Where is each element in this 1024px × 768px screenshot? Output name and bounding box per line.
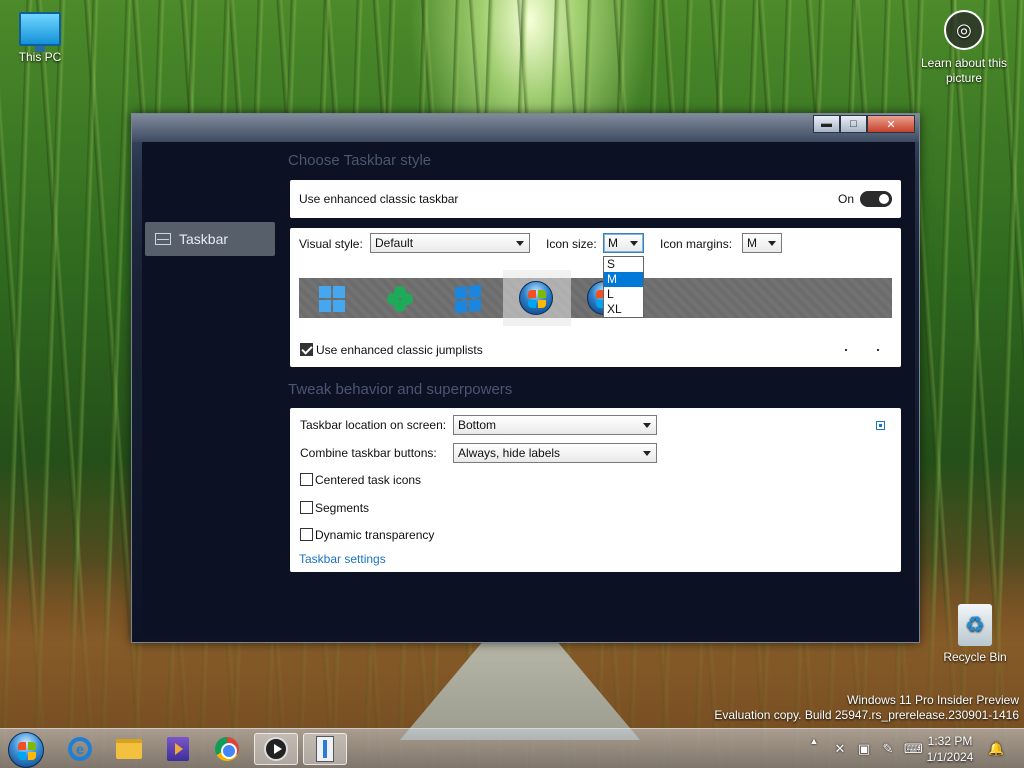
icon-size-label: Icon size:	[546, 237, 597, 251]
clover-style-icon[interactable]	[387, 286, 413, 312]
icon-size-value: M	[608, 236, 618, 250]
enhanced-taskbar-toggle[interactable]	[860, 191, 892, 207]
sidebar-item-label: Taskbar	[179, 231, 229, 247]
chevron-down-icon	[643, 423, 651, 428]
network-icon[interactable]: ▣	[856, 741, 872, 757]
enhanced-taskbar-label: Use enhanced classic taskbar	[299, 192, 459, 206]
taskbar-app-chrome[interactable]	[205, 733, 249, 765]
desktop-icon-label: Recycle Bin	[943, 650, 1007, 664]
minimize-button[interactable]: ▬	[813, 115, 840, 133]
clock-time: 1:32 PM	[927, 734, 973, 748]
taskbar-location-label: Taskbar location on screen:	[300, 418, 447, 432]
chevron-down-icon	[630, 241, 638, 246]
icon-size-option-xl[interactable]: XL	[604, 302, 643, 317]
pen-disabled-icon[interactable]: ✕	[832, 741, 848, 757]
taskbar-app-settings[interactable]	[303, 733, 347, 765]
desktop-icon-this-pc[interactable]: This PC	[0, 12, 80, 64]
tray-overflow-icon[interactable]: ▲	[806, 733, 822, 749]
taskbar-location-select[interactable]: Bottom	[453, 415, 657, 435]
section-title-behavior: Tweak behavior and superpowers	[288, 381, 513, 398]
watermark-line-2: Evaluation copy. Build 25947.rs_prerelea…	[714, 708, 1019, 722]
maximize-button[interactable]: □	[840, 115, 867, 133]
dynamic-transparency-label: Dynamic transparency	[315, 528, 435, 542]
taskbar-app-internet-explorer[interactable]: e	[58, 733, 102, 765]
taskbar-app-file-explorer[interactable]	[107, 733, 151, 765]
icon-size-option-s[interactable]: S	[604, 257, 643, 272]
clock-date: 1/1/2024	[926, 750, 974, 764]
learn-about-picture[interactable]: ◎ Learn about this picture	[918, 10, 1010, 86]
jumplists-checkbox[interactable]	[300, 343, 313, 356]
visual-style-label: Visual style:	[299, 237, 363, 251]
desktop-icon-label: This PC	[18, 50, 62, 64]
enhanced-taskbar-state: On	[838, 192, 855, 206]
taskbar-settings-link[interactable]: Taskbar settings	[299, 552, 386, 566]
combine-buttons-label: Combine taskbar buttons:	[300, 446, 437, 460]
evaluation-watermark: Windows 11 Pro Insider Preview Evaluatio…	[714, 693, 1019, 723]
folder-icon	[116, 739, 142, 759]
icon-margins-select[interactable]: M	[742, 233, 782, 253]
combine-buttons-select[interactable]: Always, hide labels	[453, 443, 657, 463]
icon-size-option-m[interactable]: M	[604, 272, 643, 287]
segments-label: Segments	[315, 501, 370, 515]
segments-checkbox[interactable]	[300, 501, 313, 514]
settings-app-icon	[316, 736, 334, 762]
close-button[interactable]: ✕	[867, 115, 915, 133]
desktop-icon-recycle-bin[interactable]: ♻ Recycle Bin	[935, 604, 1015, 664]
clock[interactable]: 1:32 PM 1/1/2024	[920, 733, 980, 765]
icon-margins-label: Icon margins:	[660, 237, 733, 251]
chevron-down-icon	[768, 241, 776, 246]
divider-dot	[845, 349, 847, 351]
taskbar-style-preview	[299, 270, 892, 326]
chevron-down-icon	[643, 451, 651, 456]
learn-about-label: Learn about this picture	[920, 56, 1008, 85]
media-app-icon	[167, 737, 189, 761]
chevron-down-icon	[516, 241, 524, 246]
section-title-style: Choose Taskbar style	[288, 152, 432, 169]
windows-11-style-icon[interactable]	[319, 286, 345, 312]
combine-buttons-value: Always, hide labels	[458, 446, 561, 460]
visual-style-select[interactable]: Default	[370, 233, 530, 253]
icon-size-dropdown-list: S M L XL	[603, 256, 644, 318]
taskbar-icon	[155, 233, 171, 245]
recycle-bin-icon: ♻	[958, 604, 992, 646]
jumplists-label: Use enhanced classic jumplists	[316, 343, 483, 357]
windows-7-orb-icon[interactable]	[519, 281, 553, 315]
centered-icons-checkbox[interactable]	[300, 473, 313, 486]
info-icon[interactable]	[876, 421, 885, 430]
keyboard-icon[interactable]: ⌨	[904, 741, 923, 757]
icon-margins-value: M	[747, 236, 757, 250]
visual-style-value: Default	[375, 236, 414, 250]
notification-bell-icon[interactable]: 🔔	[988, 741, 1004, 757]
dynamic-transparency-checkbox[interactable]	[300, 528, 313, 541]
start-button[interactable]	[8, 732, 44, 768]
internet-explorer-icon: e	[68, 737, 92, 761]
centered-icons-label: Centered task icons	[315, 473, 422, 487]
media-player-icon	[264, 737, 288, 761]
taskbar-app-media[interactable]	[156, 733, 200, 765]
pen-icon[interactable]: ✎	[880, 741, 896, 757]
title-bar[interactable]: ▬ □ ✕	[132, 114, 919, 142]
sidebar-item-taskbar[interactable]: Taskbar	[145, 222, 275, 256]
taskbar-app-media-player[interactable]	[254, 733, 298, 765]
taskbar: e ▲ ✕ ▣ ✎ ⌨ 1:32 PM 1/1/2024 🔔	[0, 728, 1024, 768]
windows-10-style-icon[interactable]	[455, 284, 481, 314]
computer-icon	[19, 12, 61, 52]
taskbar-location-value: Bottom	[458, 418, 497, 432]
watermark-line-1: Windows 11 Pro Insider Preview	[847, 693, 1019, 707]
icon-size-select[interactable]: M	[603, 233, 644, 253]
divider-dot	[877, 349, 879, 351]
camera-icon: ◎	[944, 10, 984, 50]
icon-size-option-l[interactable]: L	[604, 287, 643, 302]
chrome-icon	[215, 737, 239, 761]
